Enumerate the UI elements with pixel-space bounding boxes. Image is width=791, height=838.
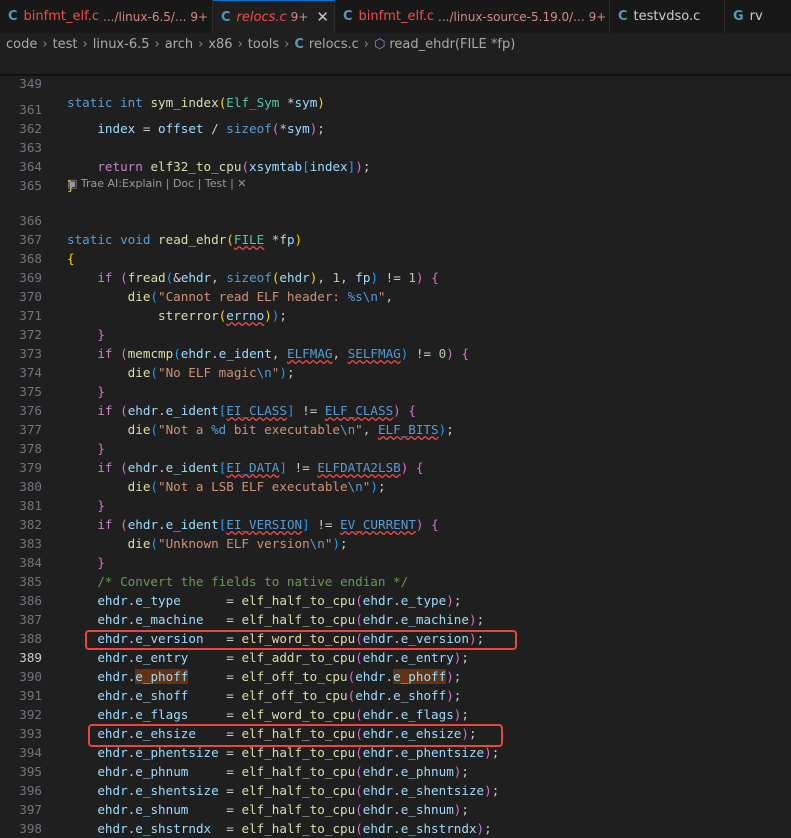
go-file-icon: G: [733, 9, 744, 24]
code-line: 372 if (memcmp(ehdr.e_ident, ELFMAG, SEL…: [0, 306, 791, 361]
code-line: 375 if (ehdr.e_ident[EI_CLASS] != ELF_CL…: [0, 363, 791, 418]
code-line: 369 die("Cannot read ELF header: %s\n",: [0, 249, 791, 304]
code-line: 393 ehdr.e_phentsize = elf_half_to_cpu(e…: [0, 705, 791, 760]
code-line: 398: [0, 800, 791, 836]
chevron-right-icon: ›: [198, 36, 204, 52]
tab-rv[interactable]: G rv: [725, 0, 791, 33]
close-icon[interactable]: ✕: [316, 8, 329, 26]
code-line: 387 ehdr.e_version = elf_word_to_cpu(ehd…: [0, 591, 791, 646]
code-line: 378 if (ehdr.e_ident[EI_DATA] != ELFDATA…: [0, 420, 791, 475]
function-symbol-icon: ⬡: [373, 36, 386, 52]
tab-bar: C binfmt_elf.c .../linux-6.5/... 9+ ✕ C …: [0, 0, 791, 34]
code-line: 391 ehdr.e_flags = elf_word_to_cpu(ehdr.…: [0, 667, 791, 722]
code-line: 366 static void read_ehdr(FILE *fp): [0, 192, 791, 247]
code-text: static int sym_index(Elf_Sym *sym): [67, 95, 325, 110]
chevron-right-icon: ›: [82, 36, 88, 52]
codelens-icon: ▣: [67, 177, 81, 190]
code-line: 384 /* Convert the fields to native endi…: [0, 534, 791, 589]
code-line: 395 ehdr.e_shentsize = elf_half_to_cpu(e…: [0, 743, 791, 798]
c-file-icon: C: [8, 9, 18, 24]
code-line: 379 die("Not a LSB ELF executable\n");: [0, 439, 791, 494]
code-line: 383 }: [0, 515, 791, 570]
chevron-right-icon: ›: [237, 36, 243, 52]
code-line: 392 ehdr.e_ehsize = elf_half_to_cpu(ehdr…: [0, 686, 791, 741]
code-line: 381 if (ehdr.e_ident[EI_VERSION] != EV_C…: [0, 477, 791, 532]
c-file-icon: C: [343, 9, 353, 24]
code-line: 373 die("No ELF magic\n");: [0, 325, 791, 380]
tab-filename: binfmt_elf.c: [358, 9, 435, 24]
code-line: 390 ehdr.e_shoff = elf_off_to_cpu(ehdr.e…: [0, 648, 791, 703]
breadcrumb-item[interactable]: test: [53, 37, 78, 52]
c-file-icon: C: [294, 36, 304, 52]
breadcrumb-item[interactable]: code: [6, 37, 37, 52]
breadcrumb-file[interactable]: relocs.c: [309, 37, 359, 52]
tab-binfmt-elf-linux-source[interactable]: C binfmt_elf.c .../linux-source-5.19.0/.…: [335, 0, 610, 33]
code-line: 374 }: [0, 344, 791, 399]
tab-filename: binfmt_elf.c: [23, 9, 100, 24]
code-line: 389 ehdr.e_phoff = elf_off_to_cpu(ehdr.e…: [0, 629, 791, 684]
code-line: 363 return elf32_to_cpu(xsymtab[index]);: [0, 119, 791, 174]
problem-count-badge: 9+: [588, 9, 607, 24]
tab-binfmt-elf-linux-6-5[interactable]: C binfmt_elf.c .../linux-6.5/... 9+ ✕: [0, 0, 229, 33]
chevron-right-icon: ›: [284, 36, 290, 52]
breadcrumb-item[interactable]: x86: [208, 37, 232, 52]
code-line: 399 shnum = ehdr.e_shnum;: [0, 819, 791, 838]
code-line: 365: [0, 157, 791, 193]
code-line: 349 static int sym_index(Elf_Sym *sym): [0, 55, 791, 110]
tab-filename: testvdso.c: [633, 9, 701, 24]
breadcrumb-item[interactable]: tools: [248, 37, 279, 52]
breadcrumb-item[interactable]: arch: [165, 37, 193, 52]
code-line: 397 ehdr.e_shstrndx = elf_half_to_cpu(eh…: [0, 781, 791, 836]
ai-codelens[interactable]: ▣ Trae AI:Explain | Doc | Test | ✕: [67, 176, 247, 192]
tab-testvdso[interactable]: C testvdso.c: [610, 0, 725, 33]
code-line: 385 ehdr.e_type = elf_half_to_cpu(ehdr.e…: [0, 553, 791, 608]
code-line: 394 ehdr.e_phnum = elf_half_to_cpu(ehdr.…: [0, 724, 791, 779]
code-line: 388 ehdr.e_entry = elf_addr_to_cpu(ehdr.…: [0, 610, 791, 665]
code-line: 371 }: [0, 287, 791, 342]
breadcrumb-item[interactable]: linux-6.5: [93, 37, 150, 52]
sticky-scroll-shadow: [0, 74, 791, 77]
problem-count-badge: 9+: [190, 9, 209, 24]
chevron-right-icon: ›: [363, 36, 369, 52]
code-line: 380 }: [0, 458, 791, 513]
tab-filename: rv: [749, 9, 763, 24]
code-line: 396 ehdr.e_shnum = elf_half_to_cpu(ehdr.…: [0, 762, 791, 817]
c-file-icon: C: [221, 9, 231, 25]
tab-relocs[interactable]: C relocs.c 9+ ✕: [213, 0, 335, 33]
code-line: 386 ehdr.e_machine = elf_half_to_cpu(ehd…: [0, 572, 791, 627]
tab-path: .../linux-6.5/...: [103, 9, 187, 24]
code-line: 376 die("Not a %d bit executable\n", ELF…: [0, 382, 791, 437]
code-editor[interactable]: 349 static int sym_index(Elf_Sym *sym) 3…: [0, 55, 791, 838]
code-line: 367 {: [0, 211, 791, 266]
c-file-icon: C: [618, 9, 628, 24]
code-line: 370 strerror(errno));: [0, 268, 791, 323]
chevron-right-icon: ›: [42, 36, 48, 52]
tab-path: .../linux-source-5.19.0/...: [438, 9, 585, 24]
code-line: 377 }: [0, 401, 791, 456]
breadcrumb: code › test › linux-6.5 › arch › x86 › tools ›…: [0, 33, 791, 55]
chevron-right-icon: ›: [154, 36, 160, 52]
code-line: 368 if (fread(&ehdr, sizeof(ehdr), 1, fp…: [0, 230, 791, 285]
breadcrumb-symbol[interactable]: read_ehdr(FILE *fp): [389, 37, 515, 52]
code-line: 364 }: [0, 138, 791, 193]
tab-filename: relocs.c: [236, 9, 287, 25]
problem-count-badge: 9+: [290, 10, 309, 24]
code-line: 382 die("Unknown ELF version\n");: [0, 496, 791, 551]
